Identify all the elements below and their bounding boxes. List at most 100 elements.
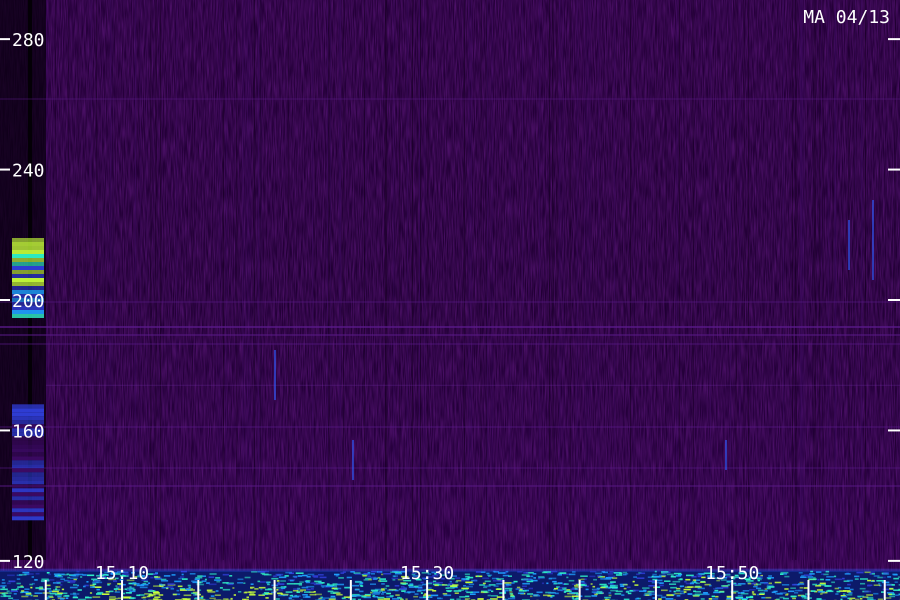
band-cell (881, 591, 884, 593)
band-cell (507, 597, 516, 600)
vertical-striation (633, 0, 635, 560)
burst-cell (12, 476, 44, 481)
band-cell (517, 592, 525, 595)
band-cell (844, 587, 850, 589)
band-cell (90, 586, 95, 588)
band-cell (680, 578, 683, 580)
band-cell (113, 588, 118, 590)
band-cell (389, 595, 394, 597)
band-cell (566, 576, 569, 579)
band-cell (20, 591, 23, 594)
band-cell (413, 595, 419, 598)
burst-cell (12, 238, 44, 242)
band-cell (201, 580, 207, 582)
band-cell (209, 573, 217, 575)
vertical-striation (160, 0, 162, 560)
band-cell (24, 588, 30, 590)
band-cell (873, 584, 881, 586)
burst-cell (12, 488, 44, 493)
band-cell (812, 583, 818, 586)
band-cell (761, 596, 766, 599)
band-cell (305, 596, 311, 598)
band-cell (683, 588, 691, 591)
vertical-striation (562, 0, 564, 560)
band-cell (484, 580, 491, 583)
band-cell (749, 595, 754, 598)
band-cell (589, 575, 596, 578)
band-cell (653, 576, 660, 578)
band-cell (237, 578, 244, 581)
band-cell (642, 587, 650, 589)
band-cell (675, 575, 682, 577)
band-cell (265, 597, 269, 599)
band-cell (564, 595, 572, 598)
band-cell (608, 575, 616, 578)
band-cell (768, 582, 772, 585)
band-cell (600, 578, 605, 580)
vertical-striation (692, 0, 694, 560)
vertical-striation (236, 0, 238, 560)
band-cell (632, 589, 639, 592)
band-cell (599, 575, 603, 578)
band-cell (16, 582, 21, 585)
band-cell (123, 597, 130, 599)
band-cell (306, 585, 315, 588)
band-cell (243, 582, 246, 584)
band-cell (259, 581, 266, 583)
band-cell (869, 573, 872, 575)
vertical-striation (312, 0, 314, 560)
band-cell (882, 576, 886, 579)
band-cell (368, 578, 372, 581)
band-cell (276, 580, 280, 582)
band-cell (808, 578, 817, 580)
band-cell (114, 597, 119, 600)
vertical-striation (748, 0, 749, 560)
band-cell (177, 585, 183, 588)
vertical-striation (861, 0, 863, 560)
band-cell (784, 575, 790, 578)
band-cell (468, 583, 475, 586)
burst-cell (12, 504, 44, 509)
band-cell (67, 580, 76, 582)
band-cell (817, 578, 820, 581)
band-cell (486, 572, 490, 575)
band-cell (773, 590, 778, 593)
band-cell (665, 598, 674, 600)
band-cell (584, 595, 591, 598)
band-cell (860, 578, 868, 580)
vertical-striation (420, 0, 422, 560)
band-cell (639, 572, 646, 575)
interference-line (0, 326, 900, 328)
band-cell (330, 597, 337, 599)
band-cell (276, 583, 285, 585)
band-cell (798, 583, 805, 585)
band-cell (623, 587, 627, 590)
vertical-striation (894, 0, 896, 560)
vertical-striation (821, 0, 823, 560)
band-cell (258, 586, 266, 589)
burst-cell (12, 500, 44, 505)
band-cell (811, 590, 816, 592)
band-cell (488, 575, 491, 577)
band-cell (428, 587, 432, 589)
band-cell (779, 596, 785, 599)
band-cell (459, 596, 466, 598)
band-cell (660, 596, 666, 599)
band-cell (276, 589, 279, 591)
band-cell (766, 587, 771, 590)
vertical-striation (219, 0, 221, 560)
vertical-striation (327, 0, 329, 560)
band-cell (713, 588, 716, 590)
band-cell (889, 595, 896, 598)
band-cell (610, 589, 618, 592)
band-cell (784, 588, 789, 590)
band-cell (509, 593, 513, 595)
band-cell (465, 585, 473, 588)
band-cell (751, 593, 755, 595)
band-cell (354, 573, 362, 575)
band-cell (257, 580, 261, 583)
band-cell (352, 584, 359, 587)
vertical-striation (427, 0, 429, 560)
band-cell (359, 584, 363, 587)
band-cell (523, 572, 529, 574)
